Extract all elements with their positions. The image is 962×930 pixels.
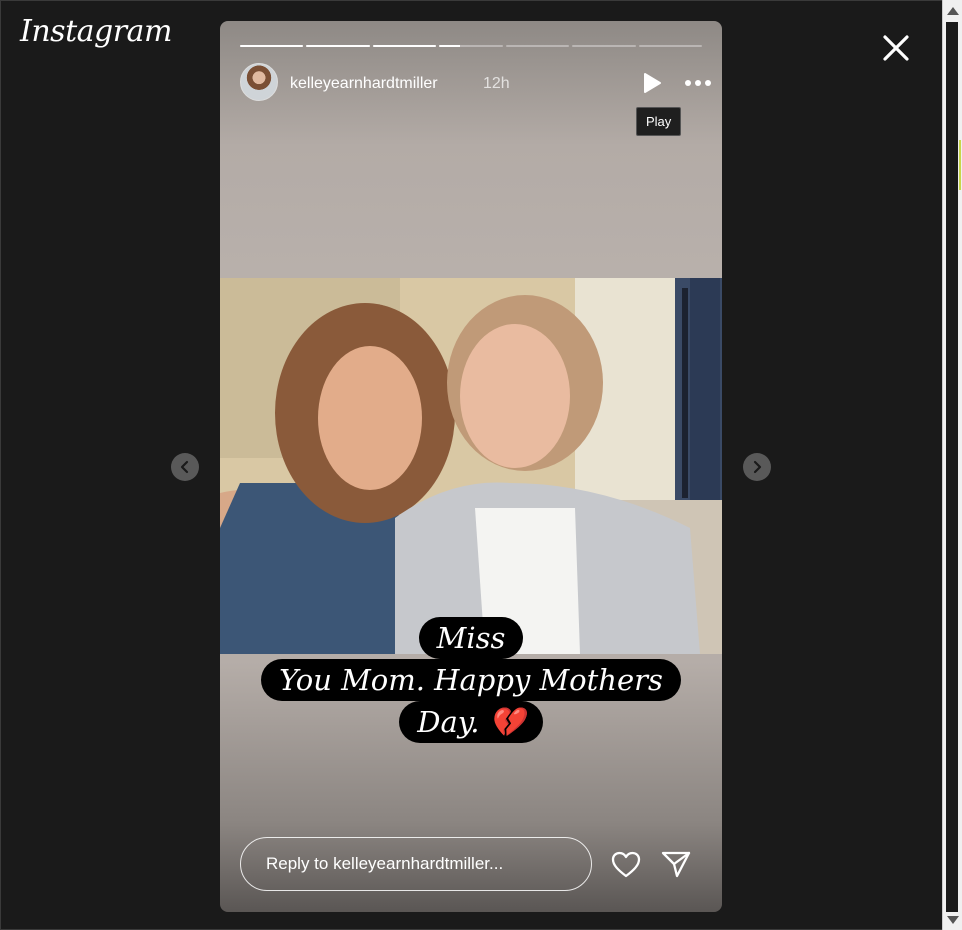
- chevron-left-icon: [180, 460, 189, 474]
- play-button[interactable]: [641, 71, 663, 95]
- scroll-marker: [959, 140, 961, 190]
- instagram-logo[interactable]: Instagram: [20, 14, 172, 49]
- story-caption: Miss You Mom. Happy Mothers Day. 💔: [220, 617, 722, 743]
- more-options-button[interactable]: [683, 75, 713, 91]
- more-options-icon: [685, 80, 711, 86]
- share-button[interactable]: [660, 849, 692, 879]
- progress-segment: [306, 45, 370, 47]
- progress-segment: [572, 45, 636, 47]
- story-progress-bar: [240, 45, 702, 47]
- story-timestamp: 12h: [483, 75, 510, 92]
- heart-icon: [611, 851, 641, 878]
- story-username[interactable]: kelleyearnhardtmiller: [290, 75, 438, 93]
- like-button[interactable]: [610, 849, 642, 879]
- chevron-right-icon: [753, 460, 762, 474]
- previous-story-button[interactable]: [171, 453, 199, 481]
- progress-segment: [638, 45, 702, 47]
- avatar[interactable]: [240, 63, 278, 101]
- play-tooltip: Play: [636, 107, 682, 136]
- send-icon: [661, 851, 691, 878]
- reply-input[interactable]: Reply to kelleyearnhardtmiller...: [240, 837, 592, 891]
- scroll-thumb[interactable]: [946, 22, 958, 912]
- caption-line: Miss: [418, 617, 524, 659]
- caption-line: You Mom. Happy Mothers: [261, 659, 681, 701]
- scroll-down-icon[interactable]: [947, 916, 959, 924]
- progress-segment: [240, 45, 304, 47]
- progress-segment: [372, 45, 437, 47]
- story-viewer[interactable]: kelleyearnhardtmiller 12h Play Miss You …: [220, 21, 722, 912]
- story-photo: [220, 278, 722, 654]
- caption-line: Day. 💔: [399, 701, 543, 743]
- close-button[interactable]: [878, 30, 914, 66]
- close-icon: [883, 35, 909, 61]
- scroll-up-icon[interactable]: [947, 7, 959, 15]
- progress-segment: [439, 45, 503, 47]
- play-icon: [644, 73, 661, 93]
- story-header: kelleyearnhardtmiller 12h: [240, 63, 711, 103]
- progress-segment: [505, 45, 570, 47]
- scrollbar[interactable]: [942, 0, 962, 930]
- next-story-button[interactable]: [743, 453, 771, 481]
